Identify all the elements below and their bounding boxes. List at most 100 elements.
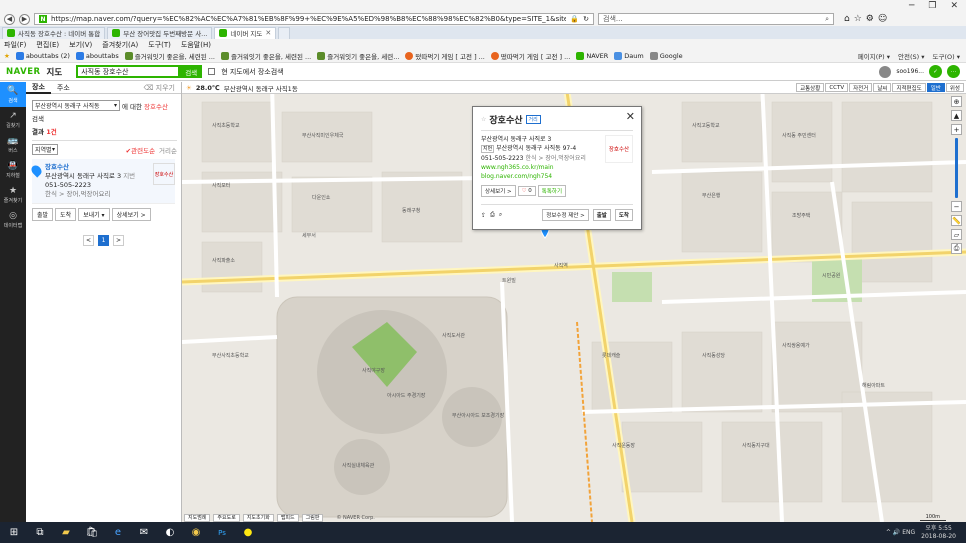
close-window-button[interactable]: ✕	[950, 1, 958, 11]
menu-view[interactable]: 보기(V)	[69, 40, 92, 50]
close-tab-icon[interactable]: ✕	[265, 29, 271, 37]
favorites-star-icon[interactable]: ☆	[854, 14, 862, 24]
popup-place-name[interactable]: 장호수산	[489, 113, 522, 126]
zoom-slider[interactable]	[955, 138, 958, 198]
browser-tab[interactable]: 사직동 장호수산 : 네이버 통합	[2, 26, 106, 39]
draw-button[interactable]: 그림판	[301, 513, 324, 522]
smiley-icon[interactable]: ☺	[878, 14, 887, 24]
area-icon[interactable]: ▱	[951, 229, 962, 240]
popup-link[interactable]: www.ngh365.co.kr/main	[481, 163, 601, 172]
favorite-link[interactable]: 즐거워잇기 좋은을, 세련된 ...	[124, 51, 215, 61]
page-1[interactable]: 1	[98, 235, 109, 246]
map-logo[interactable]: 지도	[47, 66, 63, 78]
task-view-icon[interactable]: ⧉	[34, 527, 46, 539]
reset-map-button[interactable]: 지도초기화	[242, 513, 274, 522]
windows-start-icon[interactable]: ⊞	[8, 527, 20, 539]
nav-bus[interactable]: 🚌 버스	[0, 132, 26, 157]
favorite-link[interactable]: 즐거워잇기 좋은을, 세련...	[317, 51, 399, 61]
notification-icon[interactable]: ✓	[929, 65, 942, 78]
menu-edit[interactable]: 편집(E)	[36, 40, 59, 50]
map-type-cadastral[interactable]: 지적편집도	[892, 83, 926, 92]
history-clear[interactable]: ⌫ 지우기	[144, 83, 181, 93]
filter-relevance[interactable]: ✔관련도순	[126, 145, 155, 155]
browser-tab[interactable]: 부산 장어맛집 두번째방문 사...	[107, 26, 213, 39]
print-icon[interactable]: ⎙	[490, 211, 495, 219]
command-safety[interactable]: 안전(S) ▾	[898, 51, 925, 61]
list-item[interactable]: 장호수산 부산광역시 동래구 사직로 3 지번 051-505-2223 한식 …	[29, 159, 175, 204]
forward-button[interactable]: ▶	[19, 13, 30, 25]
detail-button[interactable]: 상세보기 >	[111, 208, 151, 221]
home-icon[interactable]: ⌂	[844, 14, 850, 24]
map-search-button[interactable]: 검색	[180, 65, 203, 78]
refresh-icon[interactable]: ↻	[583, 15, 589, 23]
favorite-link[interactable]: 떴따먹기 게임 [ 고전 ] ...	[405, 51, 485, 61]
settings-gear-icon[interactable]: ⚙	[866, 14, 874, 24]
minimize-button[interactable]: ─	[909, 1, 914, 11]
browser-search-field[interactable]: 검색... ⌕	[598, 13, 834, 25]
nav-search[interactable]: 🔍 검색	[0, 82, 26, 107]
tab-address[interactable]: 주소	[51, 82, 76, 94]
apps-icon[interactable]: ⋯	[947, 65, 960, 78]
map-type-bike[interactable]: 자전거	[849, 83, 873, 92]
print-map-icon[interactable]: ⎙	[951, 243, 962, 254]
clock[interactable]: 오후 5:55 2018-08-20	[921, 525, 956, 541]
compass-icon[interactable]: ▲	[951, 110, 962, 121]
maximize-button[interactable]: ❐	[928, 1, 936, 11]
favorite-link[interactable]: Google	[649, 52, 683, 60]
nav-favorites[interactable]: ★ 즐겨찾기	[0, 182, 26, 207]
popup-arrive-button[interactable]: 도착	[614, 209, 633, 221]
popup-start-button[interactable]: 출발	[592, 209, 611, 221]
ruler-icon[interactable]: 📏	[951, 215, 962, 226]
zoom-in-button[interactable]: +	[951, 124, 962, 135]
browser-tab-active[interactable]: 네이버 지도 ✕	[214, 26, 277, 39]
star-icon[interactable]: ☆	[481, 116, 486, 123]
url-field[interactable]: N https://map.naver.com/?query=%EC%82%AC…	[34, 13, 594, 25]
photoshop-icon[interactable]: Ps	[216, 527, 228, 539]
next-page[interactable]: >	[113, 235, 124, 246]
map-canvas[interactable]: ☀ 28.0℃ 부산광역시 동래구 사직1동 교통상황 CCTV 자전거 날씨 …	[182, 82, 966, 522]
share-icon[interactable]: ⇪	[481, 212, 486, 219]
map-type-weather[interactable]: 날씨	[873, 83, 892, 92]
info-edit-button[interactable]: 정보수정 제안 >	[542, 209, 589, 221]
kakaotalk-icon[interactable]: ●	[242, 527, 254, 539]
location-icon[interactable]: ⊕	[951, 96, 962, 107]
tray-icons[interactable]: ^ 🔊 ENG	[886, 529, 915, 536]
like-button[interactable]: ♡ 0	[517, 186, 536, 196]
sort-select[interactable]: 지역별 ▾	[32, 144, 58, 155]
favorite-link[interactable]: abouttabs (2)	[15, 52, 70, 60]
zoom-out-button[interactable]: −	[951, 201, 962, 212]
menu-help[interactable]: 도움말(H)	[181, 40, 211, 50]
photos-icon[interactable]: ◐	[164, 527, 176, 539]
naver-logo[interactable]: NAVER	[6, 67, 41, 77]
mail-icon[interactable]: ✉	[138, 527, 150, 539]
map-type-satellite[interactable]: 위성	[945, 83, 964, 92]
store-icon[interactable]: 🛍	[86, 527, 99, 539]
current-map-search-checkbox[interactable]	[208, 68, 216, 75]
mapfeed-button[interactable]: 맵피드	[276, 513, 299, 522]
talk-button[interactable]: 톡톡하기	[537, 185, 567, 197]
command-page[interactable]: 페이지(P) ▾	[858, 51, 890, 61]
favorite-link[interactable]: abouttabs	[75, 52, 119, 60]
region-select[interactable]: 부산광역시 동래구 사직동 ▾	[32, 100, 120, 111]
chrome-icon[interactable]: ◉	[190, 527, 202, 539]
avatar[interactable]	[879, 65, 892, 78]
ie-icon[interactable]: e	[112, 527, 124, 539]
nav-datalab[interactable]: ◎ 데이터랩	[0, 207, 26, 232]
filter-distance[interactable]: 거리순	[159, 145, 177, 155]
weather-location[interactable]: 부산광역시 동래구 사직1동	[224, 83, 298, 93]
menu-file[interactable]: 파일(F)	[4, 40, 26, 50]
command-tools[interactable]: 도구(O) ▾	[933, 51, 960, 61]
back-button[interactable]: ◀	[4, 13, 15, 25]
favorite-link[interactable]: 즐거워잇기 좋은을, 세련된 ...	[220, 51, 311, 61]
map-search-input[interactable]: 사직동 장호수산	[76, 65, 181, 78]
search-icon[interactable]: ⌕	[825, 15, 829, 24]
nav-subway[interactable]: 🚇 지하철	[0, 157, 26, 182]
map-type-traffic[interactable]: 교통상황	[796, 83, 825, 92]
tab-place[interactable]: 장소	[26, 82, 51, 94]
favorite-link[interactable]: NAVER	[576, 52, 608, 60]
popup-link[interactable]: blog.naver.com/ngh754	[481, 172, 601, 181]
main-roads-button[interactable]: 주요도로	[213, 513, 240, 522]
result-name[interactable]: 장호수산	[45, 163, 149, 172]
file-explorer-icon[interactable]: ▰	[60, 527, 72, 539]
legend-button[interactable]: 지도범례	[184, 513, 211, 522]
